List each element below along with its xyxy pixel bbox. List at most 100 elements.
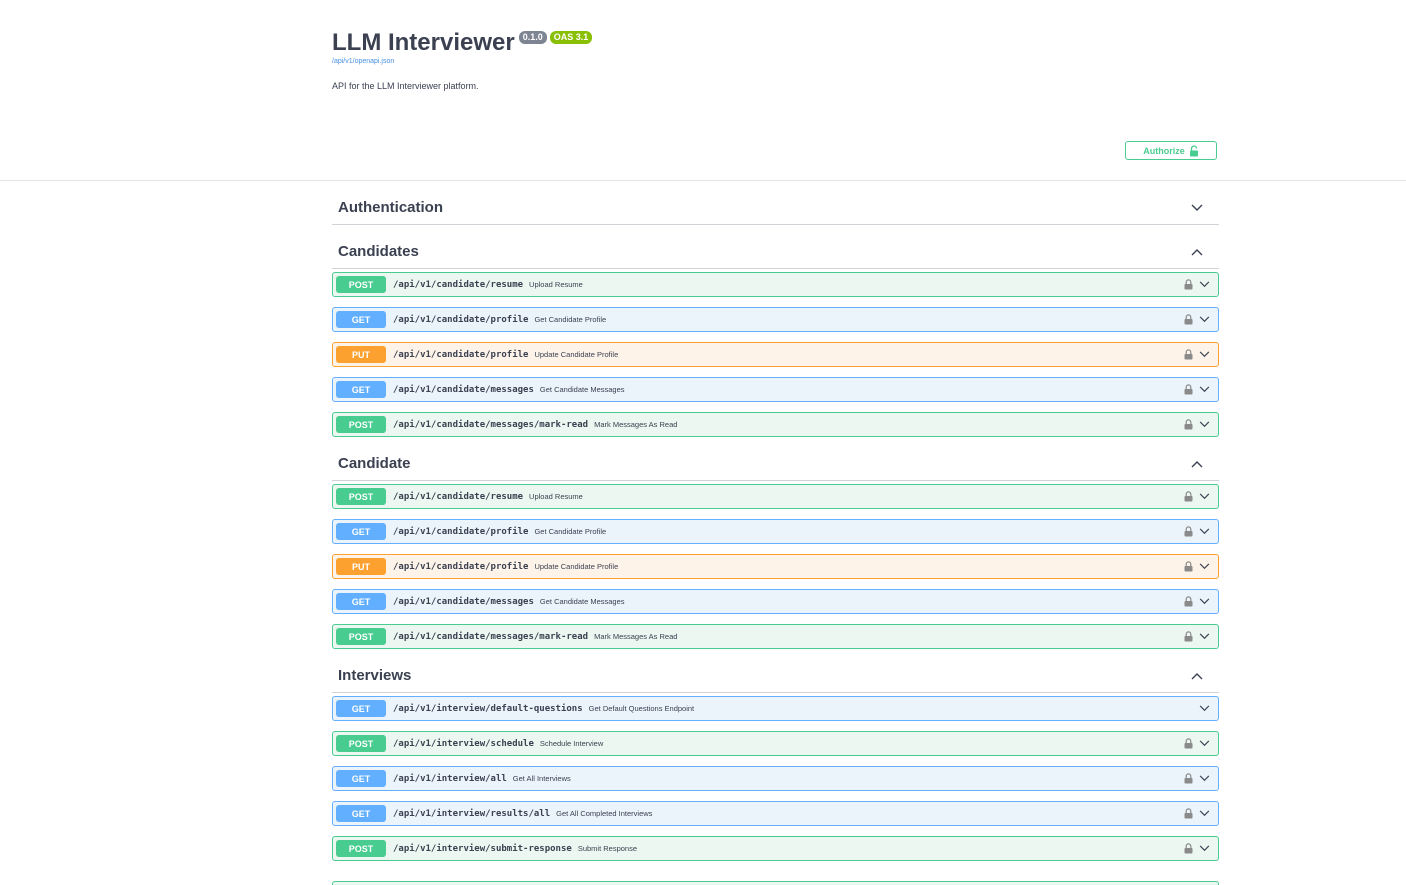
operations-list: POST/api/v1/candidate/resume Upload Resum… — [332, 481, 1219, 649]
chevron-down-icon[interactable] — [1199, 633, 1210, 640]
operation-controls — [1184, 485, 1210, 508]
lock-icon[interactable] — [1184, 419, 1193, 430]
operation-controls — [1184, 413, 1210, 436]
lock-icon[interactable] — [1184, 808, 1193, 819]
tag-title: Candidates — [338, 243, 419, 260]
lock-icon[interactable] — [1184, 843, 1193, 854]
operation-row[interactable]: POST/api/v1/candidate/messages/mark-read… — [332, 412, 1219, 437]
operation-path: /api/v1/interview/results/all — [393, 808, 551, 819]
api-info: LLM Interviewer 0.1.0 OAS 3.1 /api/v1/op… — [332, 0, 1219, 180]
operation-row[interactable]: GET/api/v1/interview/default-questions Ge… — [332, 696, 1219, 721]
lock-icon[interactable] — [1184, 314, 1193, 325]
method-badge: PUT — [336, 346, 386, 363]
chevron-down-icon[interactable] — [1199, 493, 1210, 500]
lock-icon[interactable] — [1184, 349, 1193, 360]
operation-path: /api/v1/candidate/profile — [393, 526, 529, 537]
chevron-down-icon[interactable] — [1199, 775, 1210, 782]
chevron-up-icon[interactable] — [1191, 460, 1203, 468]
operations-container: Authentication Candidates POST/api/v1/cand… — [332, 181, 1219, 885]
method-badge: GET — [336, 770, 386, 787]
tag-header-interviews[interactable]: Interviews — [332, 659, 1219, 693]
operation-path: /api/v1/interview/all — [393, 773, 507, 784]
tag-title: Authentication — [338, 199, 443, 216]
operation-path: /api/v1/interview/default-questions — [393, 703, 583, 714]
operation-summary: Update Candidate Profile — [534, 562, 619, 571]
chevron-down-icon[interactable] — [1199, 386, 1210, 393]
operation-path: /api/v1/candidate/profile — [393, 349, 529, 360]
operation-row[interactable]: GET/api/v1/candidate/messages Get Candida… — [332, 377, 1219, 402]
lock-icon[interactable] — [1184, 738, 1193, 749]
operation-path: /api/v1/candidate/profile — [393, 561, 529, 572]
chevron-down-icon[interactable] — [1199, 598, 1210, 605]
operation-path: /api/v1/candidate/messages/mark-read — [393, 419, 589, 430]
lock-icon[interactable] — [1184, 561, 1193, 572]
operations-list: GET/api/v1/interview/default-questions Ge… — [332, 693, 1219, 861]
lock-icon[interactable] — [1184, 773, 1193, 784]
operation-row[interactable]: POST/api/v1/interview/schedule Schedule I… — [332, 731, 1219, 756]
chevron-down-icon[interactable] — [1199, 421, 1210, 428]
authorize-button[interactable]: Authorize — [1125, 141, 1217, 160]
operation-row[interactable]: PUT/api/v1/candidate/profile Update Candi… — [332, 554, 1219, 579]
operation-row[interactable]: POST/api/v1/candidate/resume Upload Resum… — [332, 272, 1219, 297]
tag-section: Candidate POST/api/v1/candidate/resume Upl… — [332, 447, 1219, 649]
operation-row[interactable]: POST/api/v1/interview/submit-response Sub… — [332, 836, 1219, 861]
operation-row[interactable]: POST/api/v1/candidate/resume Upload Resum… — [332, 484, 1219, 509]
operation-controls — [1184, 273, 1210, 296]
tag-title: Interviews — [338, 667, 412, 684]
lock-icon[interactable] — [1184, 526, 1193, 537]
operation-controls — [1184, 555, 1210, 578]
operation-summary: Get Default Questions Endpoint — [588, 704, 695, 713]
operation-controls — [1184, 732, 1210, 755]
chevron-down-icon[interactable] — [1199, 528, 1210, 535]
operation-path: /api/v1/interview/schedule — [393, 738, 534, 749]
chevron-up-icon[interactable] — [1191, 672, 1203, 680]
operation-row[interactable]: GET/api/v1/interview/all Get All Intervie… — [332, 766, 1219, 791]
method-badge: GET — [336, 805, 386, 822]
chevron-down-icon[interactable] — [1199, 740, 1210, 747]
tag-header-authentication[interactable]: Authentication — [332, 191, 1219, 225]
authorize-label: Authorize — [1143, 145, 1185, 156]
tag-section: Candidates POST/api/v1/candidate/resume Up… — [332, 235, 1219, 437]
chevron-down-icon[interactable] — [1199, 316, 1210, 323]
openapi-json-link[interactable]: /api/v1/openapi.json — [332, 58, 394, 65]
operation-summary: Submit Response — [577, 844, 638, 853]
tag-header-candidate[interactable]: Candidate — [332, 447, 1219, 481]
operation-row-partial[interactable] — [332, 881, 1219, 885]
chevron-down-icon[interactable] — [1199, 563, 1210, 570]
chevron-up-icon[interactable] — [1191, 248, 1203, 256]
operation-summary: Get Candidate Profile — [534, 315, 607, 324]
lock-icon[interactable] — [1184, 491, 1193, 502]
lock-icon[interactable] — [1184, 596, 1193, 607]
operation-controls — [1184, 343, 1210, 366]
operation-row[interactable]: GET/api/v1/candidate/messages Get Candida… — [332, 589, 1219, 614]
operation-summary: Get Candidate Messages — [539, 597, 625, 606]
method-badge: POST — [336, 416, 386, 433]
operation-row[interactable]: GET/api/v1/interview/results/all Get All … — [332, 801, 1219, 826]
chevron-down-icon[interactable] — [1199, 351, 1210, 358]
operation-row[interactable]: PUT/api/v1/candidate/profile Update Candi… — [332, 342, 1219, 367]
chevron-down-icon[interactable] — [1199, 705, 1210, 712]
operation-row[interactable]: GET/api/v1/candidate/profile Get Candidat… — [332, 519, 1219, 544]
operation-summary: Upload Resume — [529, 280, 583, 289]
chevron-down-icon[interactable] — [1199, 281, 1210, 288]
unlock-icon — [1189, 144, 1198, 156]
operation-row[interactable]: POST/api/v1/candidate/messages/mark-read… — [332, 624, 1219, 649]
method-badge: POST — [336, 628, 386, 645]
lock-icon[interactable] — [1184, 631, 1193, 642]
operation-controls — [1184, 625, 1210, 648]
operation-row[interactable]: GET/api/v1/candidate/profile Get Candidat… — [332, 307, 1219, 332]
lock-icon[interactable] — [1184, 384, 1193, 395]
tag-header-candidates[interactable]: Candidates — [332, 235, 1219, 269]
chevron-down-icon[interactable] — [1199, 845, 1210, 852]
chevron-down-icon[interactable] — [1191, 204, 1203, 212]
lock-icon[interactable] — [1184, 279, 1193, 290]
operation-path: /api/v1/candidate/messages — [393, 596, 534, 607]
operations-list: POST/api/v1/candidate/resume Upload Resum… — [332, 269, 1219, 437]
operation-summary: Get All Interviews — [512, 774, 571, 783]
oas-badge: OAS 3.1 — [549, 31, 593, 44]
method-badge: GET — [336, 700, 386, 717]
chevron-down-icon[interactable] — [1199, 810, 1210, 817]
method-badge: GET — [336, 593, 386, 610]
operation-controls — [1184, 378, 1210, 401]
method-badge: PUT — [336, 558, 386, 575]
